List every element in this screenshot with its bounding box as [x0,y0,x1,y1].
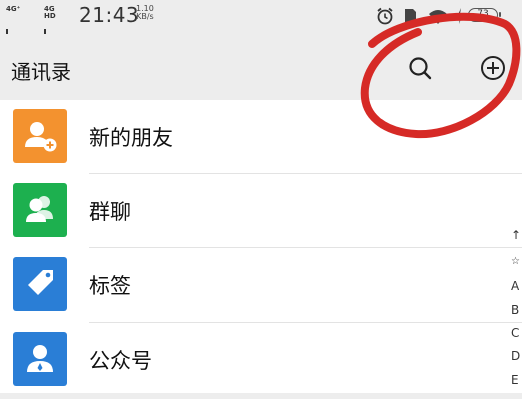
network-speed: 1.10 KB/s [136,5,154,21]
index-letter[interactable]: A [511,279,519,293]
avatar [13,332,67,386]
battery-indicator: 73 [468,8,501,22]
avatar [13,257,67,311]
avatar [13,183,67,237]
list-item-new-friends[interactable]: 新的朋友 [0,100,522,176]
add-friend-icon [25,122,57,152]
add-button[interactable] [479,54,507,82]
list-item-label: 群聊 [89,200,131,224]
app-header: 通讯录 [0,34,522,100]
index-letter[interactable]: C [511,326,519,340]
index-letter[interactable]: ☆ [511,255,520,269]
network-type-1: 4G⁺ [6,5,21,13]
speed-unit: KB/s [136,12,154,21]
contact-list: 新的朋友 群聊 标签 公众号 ↑ ☆ A B C D E [0,100,522,393]
tag-icon [28,270,53,295]
avatar [13,109,67,163]
index-letter[interactable]: B [511,303,519,317]
search-button[interactable] [406,54,434,82]
charging-icon [457,8,463,24]
alarm-icon [377,7,393,25]
sim-icon [405,9,416,23]
list-item-group-chats[interactable]: 群聊 [0,174,522,250]
page-title: 通讯录 [11,60,71,84]
index-letter[interactable]: E [511,373,519,387]
list-item-tags[interactable]: 标签 [0,248,522,324]
alphabet-index-bar[interactable]: ↑ ☆ A B C D E [509,228,522,393]
status-bar: 4G⁺ 4G HD 21:43 1.10 KB/s 73 [0,0,522,91]
wifi-icon [429,10,447,24]
list-item-label: 新的朋友 [89,126,173,150]
clock: 21:43 [79,3,140,27]
list-item-label: 标签 [89,274,131,298]
list-item-label: 公众号 [89,349,152,373]
group-icon [26,196,53,222]
search-icon [409,57,432,80]
index-letter[interactable]: ↑ [511,228,521,242]
list-item-official-accounts[interactable]: 公众号 [0,323,522,399]
plus-circle-icon [481,56,505,80]
official-account-icon [27,345,53,372]
index-letter[interactable]: D [511,349,520,363]
